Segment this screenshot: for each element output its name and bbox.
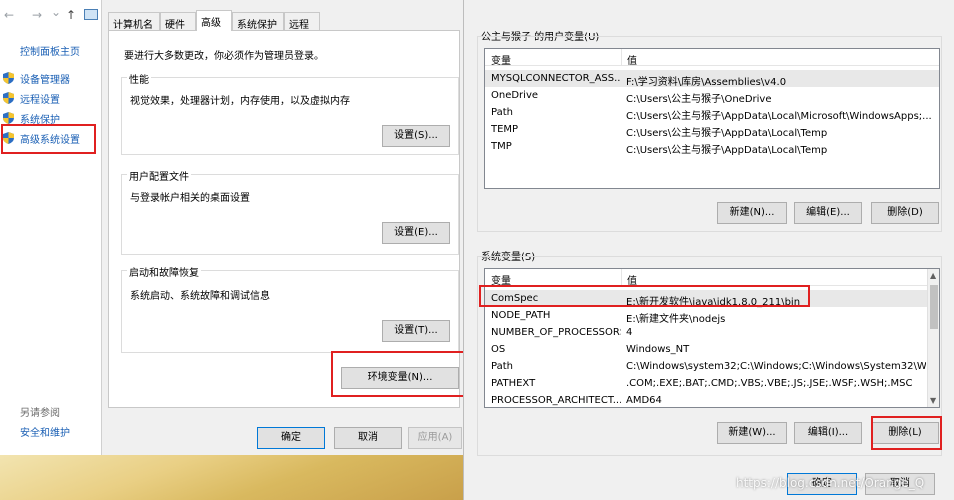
scroll-down-icon[interactable]: ▼: [930, 396, 936, 405]
user-var-row[interactable]: Path C:\Users\公主与猴子\AppData\Local\Micros…: [485, 104, 939, 122]
var-value: Windows_NT: [626, 344, 690, 355]
highlight-box-comspec-row: [479, 285, 810, 307]
forward-arrow-icon[interactable]: →: [32, 8, 42, 22]
system-var-row[interactable]: PATHEXT .COM;.EXE;.BAT;.CMD;.VBS;.VBE;.J…: [485, 375, 939, 392]
system-var-row[interactable]: NUMBER_OF_PROCESSORS 4: [485, 324, 939, 341]
highlight-box-delete-button: [871, 416, 942, 450]
user-variables-list[interactable]: 变量 值 MYSQLCONNECTOR_ASS... F:\学习资料\库房\As…: [484, 48, 940, 189]
var-value: C:\Users\公主与猴子\AppData\Local\Temp: [626, 145, 828, 156]
user-profile-title: 用户配置文件: [127, 168, 191, 183]
scroll-thumb[interactable]: [930, 285, 938, 329]
var-value: AMD64: [626, 395, 662, 406]
system-edit-button[interactable]: 编辑(I)...: [794, 422, 862, 444]
var-value: F:\学习资料\库房\Assemblies\v4.0: [626, 77, 787, 88]
var-value: C:\Users\公主与猴子\AppData\Local\Temp: [626, 128, 828, 139]
var-name: Path: [491, 107, 513, 118]
tab-computer-name[interactable]: 计算机名: [108, 12, 160, 31]
var-value: C:\Users\公主与猴子\OneDrive: [626, 94, 772, 105]
tab-advanced[interactable]: 高级: [196, 10, 232, 31]
var-name: TMP: [491, 141, 512, 152]
device-manager-label: 设备管理器: [20, 75, 70, 86]
user-new-button[interactable]: 新建(N)...: [717, 202, 787, 224]
performance-title: 性能: [127, 71, 151, 86]
up-arrow-icon[interactable]: ↑: [66, 8, 76, 22]
var-name: OneDrive: [491, 90, 539, 101]
column-divider: [621, 49, 622, 66]
user-var-row[interactable]: TMP C:\Users\公主与猴子\AppData\Local\Temp: [485, 138, 939, 156]
desktop-wallpaper: [0, 455, 463, 500]
tab-system-protection[interactable]: 系统保护: [232, 12, 284, 31]
highlight-box-advanced-settings: [1, 124, 96, 154]
var-name: OS: [491, 344, 506, 355]
var-name: MYSQLCONNECTOR_ASS...: [491, 73, 621, 84]
startup-recovery-settings-button[interactable]: 设置(T)...: [382, 320, 450, 342]
system-var-row[interactable]: PROCESSOR_ARCHITECT... AMD64: [485, 392, 939, 407]
remote-settings-label: 远程设置: [20, 95, 60, 106]
user-var-row[interactable]: TEMP C:\Users\公主与猴子\AppData\Local\Temp: [485, 121, 939, 139]
shield-icon: [3, 112, 14, 124]
var-value: C:\Windows\system32;C:\Windows;C:\Window…: [626, 361, 926, 372]
control-panel-monitor-icon: [84, 9, 98, 20]
user-var-row[interactable]: MYSQLCONNECTOR_ASS... F:\学习资料\库房\Assembl…: [485, 70, 939, 88]
startup-recovery-desc: 系统启动、系统故障和调试信息: [130, 291, 270, 302]
system-var-row[interactable]: NODE_PATH E:\新建文件夹\nodejs: [485, 307, 939, 325]
navigation-bar: ← → ⌄ ↑: [0, 5, 101, 24]
column-divider: [621, 269, 622, 286]
startup-recovery-group: 启动和故障恢复 系统启动、系统故障和调试信息 设置(T)...: [121, 264, 459, 353]
performance-group: 性能 视觉效果，处理器计划，内存使用，以及虚拟内存 设置(S)...: [121, 71, 459, 155]
tab-remote[interactable]: 远程: [284, 12, 320, 31]
user-list-header: 变量 值: [485, 49, 939, 67]
system-var-row[interactable]: Path C:\Windows\system32;C:\Windows;C:\W…: [485, 358, 939, 375]
recent-locations-icon[interactable]: ⌄: [51, 5, 61, 19]
admin-note: 要进行大多数更改，你必须作为管理员登录。: [124, 51, 324, 62]
remote-settings-link[interactable]: 远程设置: [3, 90, 99, 106]
startup-recovery-title: 启动和故障恢复: [127, 264, 201, 279]
environment-variables-dialog: 公主与猴子 的用户变量(U) 变量 值 MYSQLCONNECTOR_ASS..…: [463, 0, 954, 500]
var-name: NODE_PATH: [491, 310, 551, 321]
var-name: PROCESSOR_ARCHITECT...: [491, 395, 621, 406]
user-profile-desc: 与登录帐户相关的桌面设置: [130, 193, 250, 204]
control-panel-sidebar: ← → ⌄ ↑ 控制面板主页 设备管理器 远程设置 系统保护 高级系统设置 另请…: [0, 0, 101, 455]
tab-hardware[interactable]: 硬件: [160, 12, 196, 31]
advanced-tab-panel: 要进行大多数更改，你必须作为管理员登录。 性能 视觉效果，处理器计划，内存使用，…: [108, 30, 468, 408]
var-value: C:\Users\公主与猴子\AppData\Local\Microsoft\W…: [626, 111, 932, 122]
apply-button[interactable]: 应用(A): [408, 427, 462, 449]
back-arrow-icon[interactable]: ←: [4, 8, 14, 22]
var-name: NUMBER_OF_PROCESSORS: [491, 327, 621, 338]
user-var-row[interactable]: OneDrive C:\Users\公主与猴子\OneDrive: [485, 87, 939, 105]
highlight-box-env-button: [331, 351, 468, 397]
control-panel-home-link[interactable]: 控制面板主页: [20, 43, 80, 58]
see-also-heading: 另请参阅: [20, 408, 60, 419]
var-value: .COM;.EXE;.BAT;.CMD;.VBS;.VBE;.JS;.JSE;.…: [626, 378, 913, 389]
user-profile-group: 用户配置文件 与登录帐户相关的桌面设置 设置(E)...: [121, 168, 459, 255]
value-column-header[interactable]: 值: [627, 52, 637, 67]
system-list-header: 变量 值: [485, 269, 939, 287]
var-value: E:\新建文件夹\nodejs: [626, 314, 726, 325]
system-var-row[interactable]: OS Windows_NT: [485, 341, 939, 358]
var-name: TEMP: [491, 124, 519, 135]
var-name: PATHEXT: [491, 378, 536, 389]
system-new-button[interactable]: 新建(W)...: [717, 422, 787, 444]
shield-icon: [3, 92, 14, 104]
performance-settings-button[interactable]: 设置(S)...: [382, 125, 450, 147]
scroll-up-icon[interactable]: ▲: [930, 271, 936, 280]
ok-button[interactable]: 确定: [257, 427, 325, 449]
user-edit-button[interactable]: 编辑(E)...: [794, 202, 862, 224]
user-profile-settings-button[interactable]: 设置(E)...: [382, 222, 450, 244]
shield-icon: [3, 72, 14, 84]
user-delete-button[interactable]: 删除(D): [871, 202, 939, 224]
var-value: 4: [626, 327, 633, 338]
system-list-scrollbar[interactable]: ▲ ▼: [927, 269, 939, 407]
var-name: Path: [491, 361, 513, 372]
system-properties-dialog: 计算机名 硬件 高级 系统保护 远程 要进行大多数更改，你必须作为管理员登录。 …: [101, 0, 468, 455]
var-column-header[interactable]: 变量: [491, 52, 511, 67]
watermark-text: https://blog.csdn.net/Orange_Q: [736, 476, 925, 490]
cancel-button[interactable]: 取消: [334, 427, 402, 449]
performance-desc: 视觉效果，处理器计划，内存使用，以及虚拟内存: [130, 96, 350, 107]
security-maintenance-link[interactable]: 安全和维护: [20, 424, 70, 439]
device-manager-link[interactable]: 设备管理器: [3, 70, 99, 86]
